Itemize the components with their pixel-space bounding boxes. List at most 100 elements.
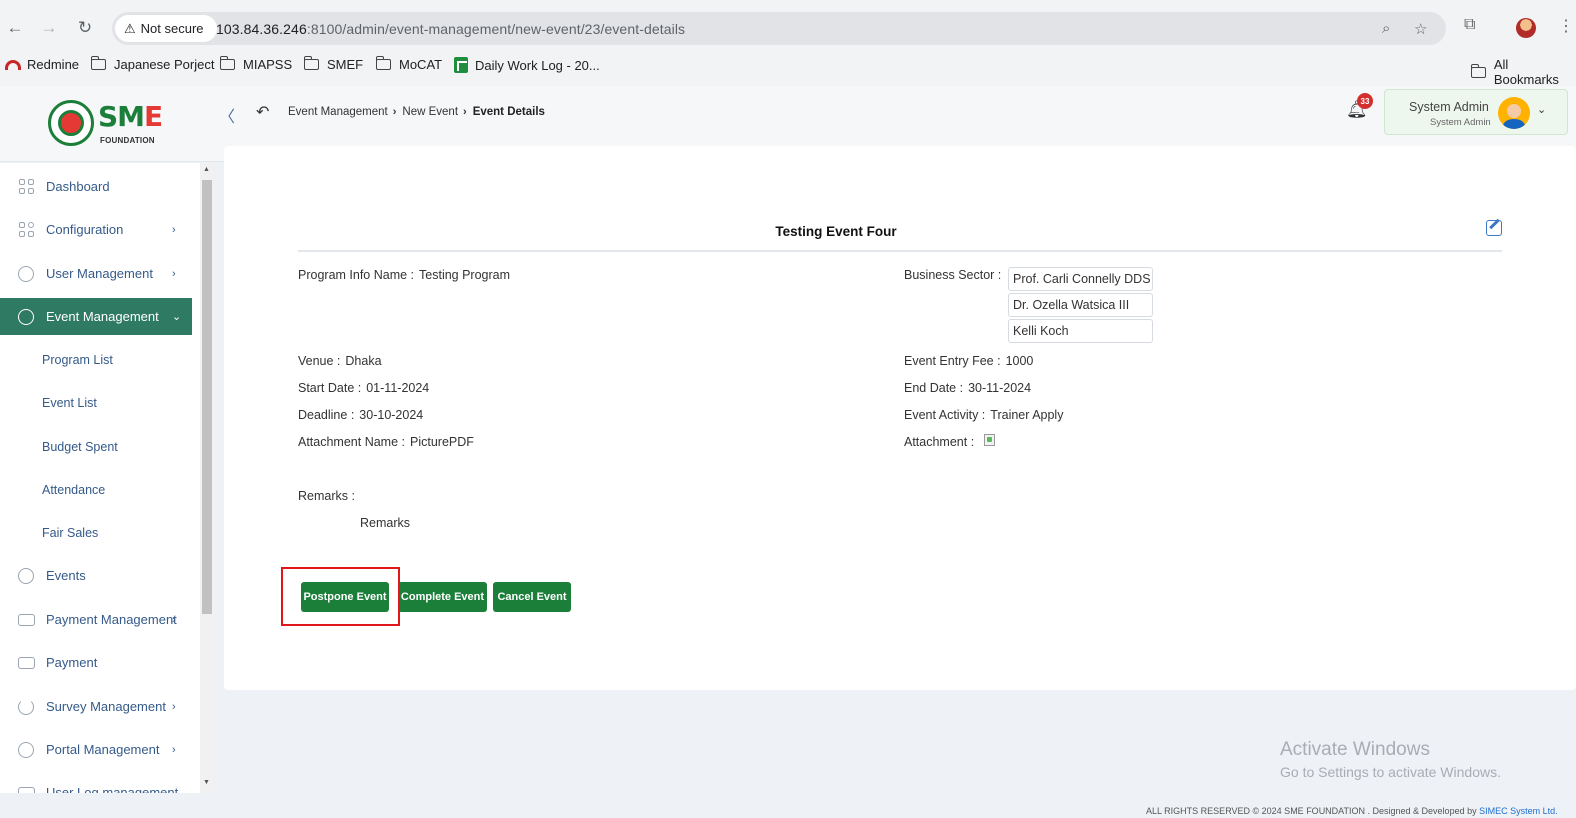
sidebar: Dashboard Configuration › User Managemen… xyxy=(0,163,200,793)
scroll-down-arrow-icon[interactable]: ▼ xyxy=(203,779,210,786)
sidebar-item-user-log-management[interactable]: User Log management xyxy=(0,774,192,793)
start-date-field: Start Date : 01-11-2024 xyxy=(298,381,429,395)
deadline-label: Deadline : xyxy=(298,408,355,422)
user-role: System Admin xyxy=(1430,117,1491,128)
chevron-right-icon: › xyxy=(172,223,176,236)
url-path: :8100/admin/event-management/new-event/2… xyxy=(306,21,686,37)
dashboard-icon xyxy=(17,178,35,196)
event-details-card: Testing Event Four Program Info Name : Te… xyxy=(224,146,1576,690)
portal-management-icon xyxy=(17,741,35,759)
sidebar-subitem-fair-sales[interactable]: Fair Sales xyxy=(42,526,98,540)
browser-chrome: ← → ↻ ⚠ Not secure 103.84.36.246:8100/ad… xyxy=(0,0,1576,126)
bookmark-label: SMEF xyxy=(327,57,364,72)
bookmark-japanese-porject[interactable]: Japanese Porject xyxy=(90,56,215,72)
sidebar-item-dashboard[interactable]: Dashboard xyxy=(0,168,192,205)
security-chip[interactable]: ⚠ Not secure xyxy=(115,15,217,42)
events-icon xyxy=(17,567,35,585)
end-date-field: End Date : 30-11-2024 xyxy=(904,381,1031,395)
sidebar-item-label: Configuration xyxy=(46,222,124,237)
url-text[interactable]: 103.84.36.246:8100/admin/event-managemen… xyxy=(216,21,685,37)
remarks-label: Remarks : xyxy=(298,489,355,503)
business-sector-item: Prof. Carli Connelly DDS xyxy=(1008,267,1153,291)
entry-fee-label: Event Entry Fee : xyxy=(904,354,1001,368)
bookmark-mocat[interactable]: MoCAT xyxy=(375,56,443,72)
user-menu[interactable]: System Admin System Admin ⌄ xyxy=(1384,89,1568,135)
sidebar-item-label: User Management xyxy=(46,266,153,281)
sidebar-item-configuration[interactable]: Configuration › xyxy=(0,211,192,248)
scroll-up-arrow-icon[interactable]: ▲ xyxy=(203,166,210,173)
all-bookmarks[interactable]: All Bookmarks xyxy=(1470,57,1576,87)
cancel-event-button[interactable]: Cancel Event xyxy=(493,582,571,612)
profile-avatar-icon[interactable] xyxy=(1516,18,1536,38)
sme-foundation-logo[interactable]: SME FOUNDATION xyxy=(48,100,168,150)
remarks-value: Remarks xyxy=(360,516,411,530)
bookmark-miapss[interactable]: MIAPSS xyxy=(219,56,292,72)
sidebar-item-survey-management[interactable]: Survey Management › xyxy=(0,688,192,725)
folder-icon xyxy=(219,56,235,70)
sidebar-item-label: User Log management xyxy=(46,785,179,793)
event-activity-value: Trainer Apply xyxy=(990,408,1064,422)
logo-subtitle: FOUNDATION xyxy=(100,136,155,145)
menu-dots-icon[interactable]: ⋮ xyxy=(1558,16,1574,36)
bookmark-label: Japanese Porject xyxy=(114,57,215,72)
entry-fee-value: 1000 xyxy=(1005,354,1034,368)
bookmark-smef[interactable]: SMEF xyxy=(303,56,364,72)
sidebar-collapse-icon[interactable]: 〈 xyxy=(219,103,235,127)
breadcrumb-new-event[interactable]: New Event xyxy=(402,106,458,118)
sidebar-subitem-program-list[interactable]: Program List xyxy=(42,353,113,367)
footer: ALL RIGHTS RESERVED © 2024 SME FOUNDATIO… xyxy=(1146,806,1558,816)
address-bar[interactable]: ⚠ Not secure 103.84.36.246:8100/admin/ev… xyxy=(112,12,1446,45)
bookmark-redmine[interactable]: Redmine xyxy=(5,57,79,72)
sidebar-item-payment[interactable]: Payment xyxy=(0,644,192,681)
bookmark-star-icon[interactable]: ☆ xyxy=(1414,20,1427,38)
program-info-field: Program Info Name : Testing Program xyxy=(298,268,510,282)
undo-back-icon[interactable]: ↶ xyxy=(256,102,269,122)
sidebar-item-label: Portal Management xyxy=(46,742,160,757)
program-info-label: Program Info Name : xyxy=(298,268,415,282)
forward-arrow-icon[interactable]: → xyxy=(37,16,61,40)
breadcrumb-event-management[interactable]: Event Management xyxy=(288,106,388,118)
attachment-name-field: Attachment Name : PicturePDF xyxy=(298,435,474,449)
sidebar-item-payment-management[interactable]: Payment Management › xyxy=(0,601,192,638)
sidebar-item-label: Survey Management xyxy=(46,699,166,714)
notification-badge: 33 xyxy=(1357,93,1373,109)
redmine-icon xyxy=(5,59,21,70)
entry-fee-field: Event Entry Fee : 1000 xyxy=(904,354,1033,368)
end-date-label: End Date : xyxy=(904,381,964,395)
complete-event-button[interactable]: Complete Event xyxy=(398,582,487,612)
highlight-annotation-box xyxy=(281,567,400,626)
venue-value: Dhaka xyxy=(345,354,382,368)
payment-management-icon xyxy=(17,611,35,629)
sidebar-item-portal-management[interactable]: Portal Management › xyxy=(0,731,192,768)
chevron-right-icon: › xyxy=(172,700,176,713)
broken-image-icon[interactable] xyxy=(984,434,995,446)
extensions-icon[interactable]: ⧉ xyxy=(1464,16,1475,34)
sidebar-scrollbar-thumb[interactable] xyxy=(202,180,212,614)
bookmark-label: Redmine xyxy=(27,57,80,72)
breadcrumb: Event Management › New Event › Event Det… xyxy=(288,106,545,118)
sidebar-subitem-attendance[interactable]: Attendance xyxy=(42,483,105,497)
zoom-icon[interactable]: ⌕ xyxy=(1382,20,1390,37)
user-name: System Admin xyxy=(1409,100,1489,114)
sidebar-item-user-management[interactable]: User Management › xyxy=(0,255,192,292)
event-activity-field: Event Activity : Trainer Apply xyxy=(904,408,1063,422)
deadline-field: Deadline : 30-10-2024 xyxy=(298,408,423,422)
footer-developer-link[interactable]: SIMEC System Ltd. xyxy=(1479,806,1558,816)
logo-wordmark: SME xyxy=(98,102,163,132)
bookmark-label: MoCAT xyxy=(399,57,443,72)
reload-icon[interactable]: ↻ xyxy=(73,16,97,40)
edit-icon[interactable] xyxy=(1486,220,1502,236)
back-arrow-icon[interactable]: ← xyxy=(3,16,27,40)
sidebar-item-event-management[interactable]: Event Management ⌄ xyxy=(0,298,192,335)
bookmark-daily-work-log[interactable]: Daily Work Log - 20... xyxy=(454,57,600,73)
sidebar-subitem-event-list[interactable]: Event List xyxy=(42,396,97,410)
sidebar-subitem-budget-spent[interactable]: Budget Spent xyxy=(42,440,118,454)
sidebar-item-label: Dashboard xyxy=(46,179,110,194)
chevron-right-icon: › xyxy=(392,106,397,118)
event-title: Testing Event Four xyxy=(775,224,897,239)
venue-field: Venue : Dhaka xyxy=(298,354,382,368)
business-sector-item: Dr. Ozella Watsica III xyxy=(1008,293,1153,317)
attachment-name-value: PicturePDF xyxy=(410,435,474,449)
sidebar-item-events[interactable]: Events xyxy=(0,557,192,594)
footer-rights: ALL RIGHTS RESERVED © 2024 SME FOUNDATIO… xyxy=(1146,806,1477,816)
